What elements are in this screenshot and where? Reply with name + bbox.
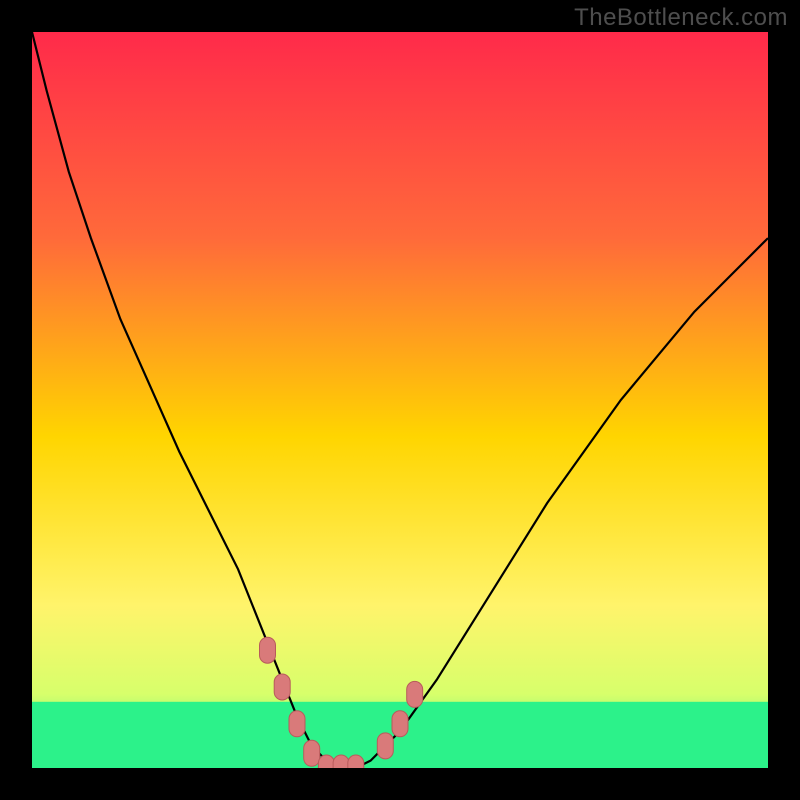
chart-plot-area bbox=[32, 32, 768, 768]
chart-frame: TheBottleneck.com bbox=[0, 0, 800, 800]
curve-marker bbox=[348, 755, 364, 768]
curve-marker bbox=[289, 711, 305, 737]
curve-marker bbox=[318, 755, 334, 768]
curve-marker bbox=[260, 637, 276, 663]
watermark-text: TheBottleneck.com bbox=[574, 4, 788, 32]
curve-marker bbox=[377, 733, 393, 759]
curve-marker bbox=[407, 681, 423, 707]
curve-marker bbox=[392, 711, 408, 737]
curve-marker bbox=[274, 674, 290, 700]
curve-marker bbox=[333, 755, 349, 768]
curve-marker bbox=[304, 740, 320, 766]
chart-svg bbox=[32, 32, 768, 768]
gradient-background bbox=[32, 32, 768, 768]
